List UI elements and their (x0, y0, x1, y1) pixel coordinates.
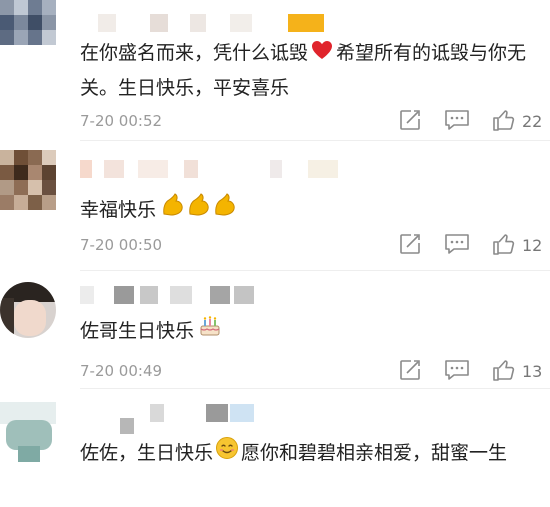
thumbs-up-icon[interactable] (492, 358, 516, 386)
comment-text-part: 在你盛名而来，凭什么诋毁 (80, 42, 309, 64)
flexed-biceps-icon (160, 192, 238, 229)
username[interactable] (80, 160, 340, 178)
comment-item: 幸福快乐 7-20 00:50 12 (0, 140, 550, 271)
like-count: 12 (522, 236, 543, 255)
like-count: 13 (522, 362, 543, 381)
comment-item: 佐哥生日快乐 7-20 00:49 13 (0, 270, 550, 389)
repost-icon[interactable] (398, 108, 422, 136)
reply-comment-icon[interactable] (444, 232, 470, 260)
red-heart-icon (311, 37, 333, 71)
comment-meta: 7-20 00:49 13 (80, 358, 550, 386)
timestamp: 7-20 00:50 (80, 236, 163, 254)
comment-meta: 7-20 00:50 12 (80, 232, 550, 260)
comment-text-part: 愿你和碧碧相亲相爱，甜蜜一生 (241, 442, 508, 464)
avatar[interactable] (0, 0, 56, 60)
avatar[interactable] (0, 402, 56, 462)
comment-text: 在你盛名而来，凭什么诋毁 希望所有的诋毁与你无关。生日快乐，平安喜乐 (80, 36, 540, 105)
smiling-face-icon (215, 436, 239, 471)
birthday-cake-icon (198, 314, 222, 349)
avatar[interactable] (0, 282, 56, 338)
reply-comment-icon[interactable] (444, 358, 470, 386)
thumbs-up-icon[interactable] (492, 232, 516, 260)
reply-comment-icon[interactable] (444, 108, 470, 136)
timestamp: 7-20 00:49 (80, 362, 163, 380)
comment-text-part: 佐哥生日快乐 (80, 320, 195, 342)
timestamp: 7-20 00:52 (80, 112, 163, 130)
comment-item: 在你盛名而来，凭什么诋毁 希望所有的诋毁与你无关。生日快乐，平安喜乐 7-20 0… (0, 0, 550, 141)
like-count: 22 (522, 112, 543, 131)
avatar[interactable] (0, 150, 56, 210)
repost-icon[interactable] (398, 232, 422, 260)
username[interactable] (80, 14, 340, 32)
repost-icon[interactable] (398, 358, 422, 386)
thumbs-up-icon[interactable] (492, 108, 516, 136)
comment-text: 佐哥生日快乐 (80, 314, 540, 349)
comment-text: 佐佐，生日快乐 愿你和碧碧相亲相爱，甜蜜一生 (80, 436, 540, 471)
comment-text-part: 幸福快乐 (80, 199, 157, 221)
username[interactable] (80, 286, 340, 304)
username[interactable] (80, 404, 340, 434)
comment-item: 佐佐，生日快乐 愿你和碧碧相亲相爱，甜蜜一生 (0, 388, 550, 507)
comment-text: 幸福快乐 (80, 192, 540, 229)
comment-text-part: 佐佐，生日快乐 (80, 442, 214, 464)
comment-meta: 7-20 00:52 22 (80, 108, 550, 136)
